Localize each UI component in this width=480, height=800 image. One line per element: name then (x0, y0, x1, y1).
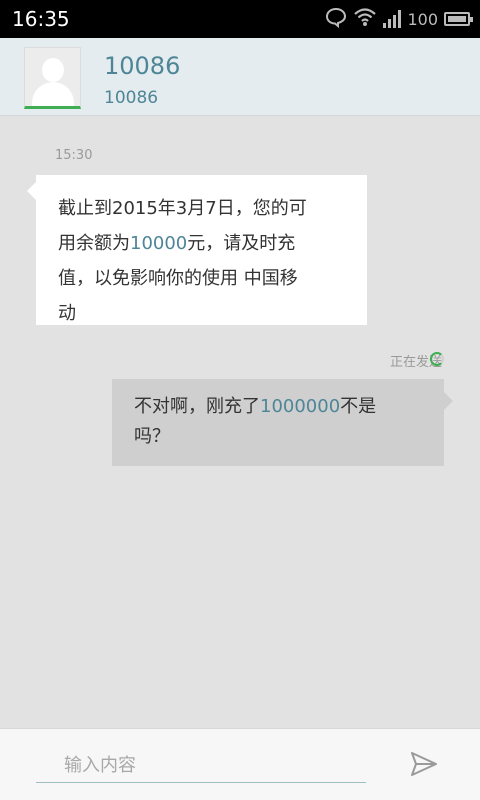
message-input[interactable] (36, 749, 366, 783)
message-timestamp: 15:30 (55, 148, 93, 163)
message-line: 截止到2015年3月7日，您的可 (58, 198, 307, 219)
send-button[interactable] (406, 749, 442, 783)
battery-icon (444, 12, 473, 26)
outgoing-message-bubble[interactable]: 不对啊，刚充了1000000不是 吗？ (112, 379, 453, 466)
status-bar: 16:35 100 (0, 0, 480, 38)
message-line: 值，以免影响你的使用 中国移 (58, 268, 298, 289)
message-line: 用余额为10000元，请及时充 (58, 233, 296, 254)
balance-amount-link[interactable]: 10000 (130, 233, 187, 254)
message-line: 动 (58, 303, 76, 324)
composer-bar (0, 728, 480, 800)
status-icons: 100 (325, 6, 473, 32)
message-line: 吗？ (134, 426, 170, 447)
send-icon (409, 750, 439, 782)
contact-number: 10086 (104, 88, 159, 108)
conversation-header: 10086 10086 (0, 38, 480, 116)
sending-spinner-icon (430, 352, 444, 366)
status-time: 16:35 (12, 7, 70, 31)
contact-name[interactable]: 10086 (104, 52, 180, 80)
signal-icon (383, 10, 402, 28)
message-line: 不对啊，刚充了1000000不是 (134, 396, 377, 417)
avatar[interactable] (24, 47, 81, 109)
wifi-icon (353, 7, 377, 31)
incoming-message-bubble[interactable]: 截止到2015年3月7日，您的可 用余额为10000元，请及时充 值，以免影响你… (27, 175, 367, 325)
chat-bubble-icon (325, 6, 347, 32)
amount-number-link[interactable]: 1000000 (260, 396, 340, 417)
battery-level: 100 (407, 9, 438, 29)
